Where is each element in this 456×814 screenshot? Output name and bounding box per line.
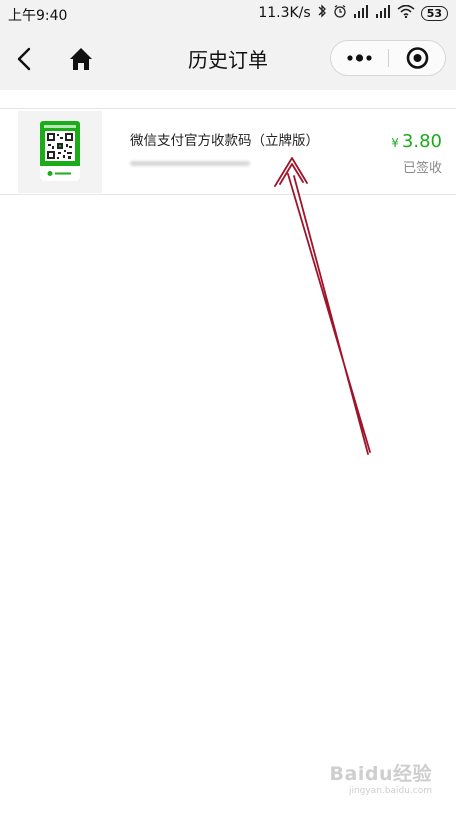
back-button[interactable] — [10, 44, 40, 74]
home-button[interactable] — [66, 44, 96, 74]
more-button[interactable] — [331, 41, 388, 75]
alarm-icon — [333, 4, 347, 22]
back-chevron-icon — [17, 47, 31, 71]
order-list-item[interactable]: 微信支付官方收款码（立牌版） ¥3.80 已签收 — [0, 109, 456, 195]
battery-indicator: 53 — [420, 5, 448, 21]
nav-bar: 历史订单 — [0, 28, 456, 90]
close-circle-icon — [406, 47, 429, 69]
status-time: 上午9:40 — [8, 8, 68, 24]
price-value: 3.80 — [401, 131, 442, 152]
order-price: ¥3.80 — [391, 131, 442, 152]
home-icon — [70, 48, 92, 70]
status-bar: 上午9:40 11.3K/s 53 — [0, 0, 456, 28]
bluetooth-icon — [317, 4, 327, 22]
more-dots-icon — [347, 54, 372, 62]
baidu-jingyan-watermark: Baidu经验 jingyan.baidu.com — [330, 759, 432, 796]
order-time-blurred — [130, 157, 254, 169]
signal-icon-2 — [375, 4, 391, 22]
status-icons: 11.3K/s 53 — [258, 4, 448, 22]
product-thumbnail — [18, 111, 102, 193]
currency-symbol: ¥ — [391, 136, 399, 150]
watermark-logo: Baidu经验 — [329, 763, 432, 785]
wifi-icon — [397, 4, 415, 22]
order-title: 微信支付官方收款码（立牌版） — [130, 133, 319, 149]
capsule-menu — [330, 40, 446, 76]
close-button[interactable] — [389, 41, 446, 75]
order-status: 已签收 — [402, 161, 442, 176]
network-speed: 11.3K/s — [258, 5, 311, 21]
qr-code-stand-image — [40, 121, 80, 181]
qr-code-icon — [45, 131, 75, 161]
signal-icon-1 — [353, 4, 369, 22]
wechat-pay-logo-icon — [40, 166, 80, 181]
qr-card-header — [44, 125, 76, 128]
watermark-url: jingyan.baidu.com — [348, 786, 432, 796]
